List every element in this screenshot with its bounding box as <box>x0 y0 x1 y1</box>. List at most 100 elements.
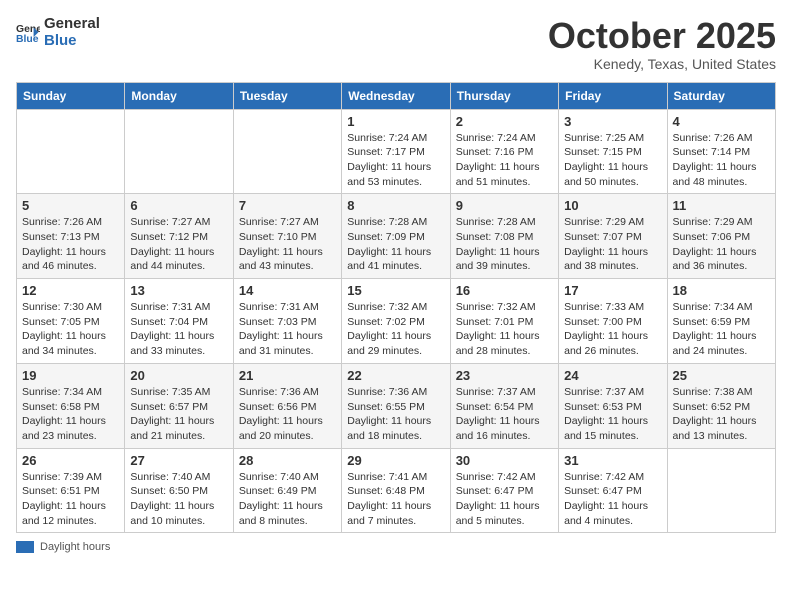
calendar-day-header: Friday <box>559 82 667 109</box>
calendar-day-header: Monday <box>125 82 233 109</box>
day-info: Sunrise: 7:24 AM Sunset: 7:17 PM Dayligh… <box>347 131 444 190</box>
page-header: General Blue General Blue October 2025 K… <box>16 16 776 72</box>
calendar-subtitle: Kenedy, Texas, United States <box>548 56 776 72</box>
day-info: Sunrise: 7:40 AM Sunset: 6:50 PM Dayligh… <box>130 470 227 529</box>
day-info: Sunrise: 7:29 AM Sunset: 7:06 PM Dayligh… <box>673 215 770 274</box>
calendar-header-row: SundayMondayTuesdayWednesdayThursdayFrid… <box>17 82 776 109</box>
day-number: 23 <box>456 368 553 383</box>
calendar-cell: 7Sunrise: 7:27 AM Sunset: 7:10 PM Daylig… <box>233 194 341 279</box>
day-number: 18 <box>673 283 770 298</box>
day-number: 26 <box>22 453 119 468</box>
calendar-cell: 17 Sunrise: 7:33 AM Sunset: 7:00 PM Dayli… <box>559 279 667 364</box>
day-number: 9 <box>456 198 553 213</box>
calendar-week-row: 5 Sunrise: 7:26 AM Sunset: 7:13 PM Daylig… <box>17 194 776 279</box>
calendar-cell: 22Sunrise: 7:36 AM Sunset: 6:55 PM Dayli… <box>342 363 450 448</box>
calendar-cell: 23Sunrise: 7:37 AM Sunset: 6:54 PM Dayli… <box>450 363 558 448</box>
day-number: 17 <box>564 283 661 298</box>
day-number: 15 <box>347 283 444 298</box>
day-info: Sunrise: 7:26 AM Sunset: 7:14 PM Dayligh… <box>673 131 770 190</box>
legend-color-box <box>16 541 34 553</box>
day-info: Sunrise: 7:25 AM Sunset: 7:15 PM Dayligh… <box>564 131 661 190</box>
title-area: October 2025 Kenedy, Texas, United State… <box>548 16 776 72</box>
day-info: Sunrise: 7:33 AM Sunset: 7:00 PM Dayligh… <box>564 300 661 359</box>
legend-label: Daylight hours <box>40 541 110 553</box>
calendar-cell <box>17 109 125 194</box>
day-info: Sunrise: 7:31 AM Sunset: 7:04 PM Dayligh… <box>130 300 227 359</box>
logo-text-blue: Blue <box>44 33 100 50</box>
day-number: 1 <box>347 114 444 129</box>
logo-text-general: General <box>44 16 100 33</box>
day-number: 12 <box>22 283 119 298</box>
day-info: Sunrise: 7:42 AM Sunset: 6:47 PM Dayligh… <box>564 470 661 529</box>
day-number: 21 <box>239 368 336 383</box>
calendar-cell: 30 Sunrise: 7:42 AM Sunset: 6:47 PM Dayli… <box>450 448 558 533</box>
day-info: Sunrise: 7:32 AM Sunset: 7:02 PM Dayligh… <box>347 300 444 359</box>
day-number: 27 <box>130 453 227 468</box>
day-info: Sunrise: 7:41 AM Sunset: 6:48 PM Dayligh… <box>347 470 444 529</box>
calendar-cell: 11 Sunrise: 7:29 AM Sunset: 7:06 PM Dayli… <box>667 194 775 279</box>
calendar-cell <box>667 448 775 533</box>
calendar-day-header: Wednesday <box>342 82 450 109</box>
day-number: 10 <box>564 198 661 213</box>
day-info: Sunrise: 7:36 AM Sunset: 6:56 PM Dayligh… <box>239 385 336 444</box>
day-number: 22 <box>347 368 444 383</box>
day-number: 16 <box>456 283 553 298</box>
day-info: Sunrise: 7:24 AM Sunset: 7:16 PM Dayligh… <box>456 131 553 190</box>
calendar-cell: 15 Sunrise: 7:32 AM Sunset: 7:02 PM Dayli… <box>342 279 450 364</box>
calendar-cell: 13 Sunrise: 7:31 AM Sunset: 7:04 PM Dayli… <box>125 279 233 364</box>
calendar-cell: 12 Sunrise: 7:30 AM Sunset: 7:05 PM Dayli… <box>17 279 125 364</box>
day-number: 8 <box>347 198 444 213</box>
calendar-cell: 18 Sunrise: 7:34 AM Sunset: 6:59 PM Dayli… <box>667 279 775 364</box>
day-number: 28 <box>239 453 336 468</box>
day-number: 6 <box>130 198 227 213</box>
day-info: Sunrise: 7:38 AM Sunset: 6:52 PM Dayligh… <box>673 385 770 444</box>
calendar-cell: 16Sunrise: 7:32 AM Sunset: 7:01 PM Dayli… <box>450 279 558 364</box>
day-info: Sunrise: 7:26 AM Sunset: 7:13 PM Dayligh… <box>22 215 119 274</box>
calendar-day-header: Thursday <box>450 82 558 109</box>
day-info: Sunrise: 7:35 AM Sunset: 6:57 PM Dayligh… <box>130 385 227 444</box>
day-number: 7 <box>239 198 336 213</box>
day-number: 25 <box>673 368 770 383</box>
day-number: 31 <box>564 453 661 468</box>
day-number: 11 <box>673 198 770 213</box>
day-info: Sunrise: 7:30 AM Sunset: 7:05 PM Dayligh… <box>22 300 119 359</box>
calendar-day-header: Tuesday <box>233 82 341 109</box>
day-info: Sunrise: 7:29 AM Sunset: 7:07 PM Dayligh… <box>564 215 661 274</box>
calendar-cell: 29Sunrise: 7:41 AM Sunset: 6:48 PM Dayli… <box>342 448 450 533</box>
calendar-cell: 20 Sunrise: 7:35 AM Sunset: 6:57 PM Dayli… <box>125 363 233 448</box>
day-number: 5 <box>22 198 119 213</box>
legend: Daylight hours <box>16 541 776 553</box>
day-info: Sunrise: 7:42 AM Sunset: 6:47 PM Dayligh… <box>456 470 553 529</box>
calendar-cell: 24Sunrise: 7:37 AM Sunset: 6:53 PM Dayli… <box>559 363 667 448</box>
day-number: 4 <box>673 114 770 129</box>
day-info: Sunrise: 7:28 AM Sunset: 7:08 PM Dayligh… <box>456 215 553 274</box>
calendar-cell: 9 Sunrise: 7:28 AM Sunset: 7:08 PM Daylig… <box>450 194 558 279</box>
day-info: Sunrise: 7:27 AM Sunset: 7:12 PM Dayligh… <box>130 215 227 274</box>
day-info: Sunrise: 7:34 AM Sunset: 6:59 PM Dayligh… <box>673 300 770 359</box>
day-number: 14 <box>239 283 336 298</box>
calendar-cell <box>125 109 233 194</box>
day-info: Sunrise: 7:40 AM Sunset: 6:49 PM Dayligh… <box>239 470 336 529</box>
calendar-cell: 28 Sunrise: 7:40 AM Sunset: 6:49 PM Dayli… <box>233 448 341 533</box>
day-info: Sunrise: 7:31 AM Sunset: 7:03 PM Dayligh… <box>239 300 336 359</box>
calendar-cell: 10 Sunrise: 7:29 AM Sunset: 7:07 PM Dayli… <box>559 194 667 279</box>
calendar-day-header: Saturday <box>667 82 775 109</box>
day-number: 13 <box>130 283 227 298</box>
calendar-cell: 25 Sunrise: 7:38 AM Sunset: 6:52 PM Dayli… <box>667 363 775 448</box>
calendar-cell: 6 Sunrise: 7:27 AM Sunset: 7:12 PM Daylig… <box>125 194 233 279</box>
day-number: 19 <box>22 368 119 383</box>
calendar-cell: 27 Sunrise: 7:40 AM Sunset: 6:50 PM Dayli… <box>125 448 233 533</box>
calendar-week-row: 1 Sunrise: 7:24 AM Sunset: 7:17 PM Daylig… <box>17 109 776 194</box>
calendar-cell: 8Sunrise: 7:28 AM Sunset: 7:09 PM Daylig… <box>342 194 450 279</box>
calendar-cell: 26Sunrise: 7:39 AM Sunset: 6:51 PM Dayli… <box>17 448 125 533</box>
day-number: 30 <box>456 453 553 468</box>
calendar-cell: 5 Sunrise: 7:26 AM Sunset: 7:13 PM Daylig… <box>17 194 125 279</box>
calendar-cell: 1 Sunrise: 7:24 AM Sunset: 7:17 PM Daylig… <box>342 109 450 194</box>
calendar-cell: 2Sunrise: 7:24 AM Sunset: 7:16 PM Daylig… <box>450 109 558 194</box>
day-number: 3 <box>564 114 661 129</box>
calendar-day-header: Sunday <box>17 82 125 109</box>
day-number: 20 <box>130 368 227 383</box>
svg-text:Blue: Blue <box>16 33 39 44</box>
calendar-cell: 21 Sunrise: 7:36 AM Sunset: 6:56 PM Dayli… <box>233 363 341 448</box>
calendar-week-row: 19Sunrise: 7:34 AM Sunset: 6:58 PM Dayli… <box>17 363 776 448</box>
